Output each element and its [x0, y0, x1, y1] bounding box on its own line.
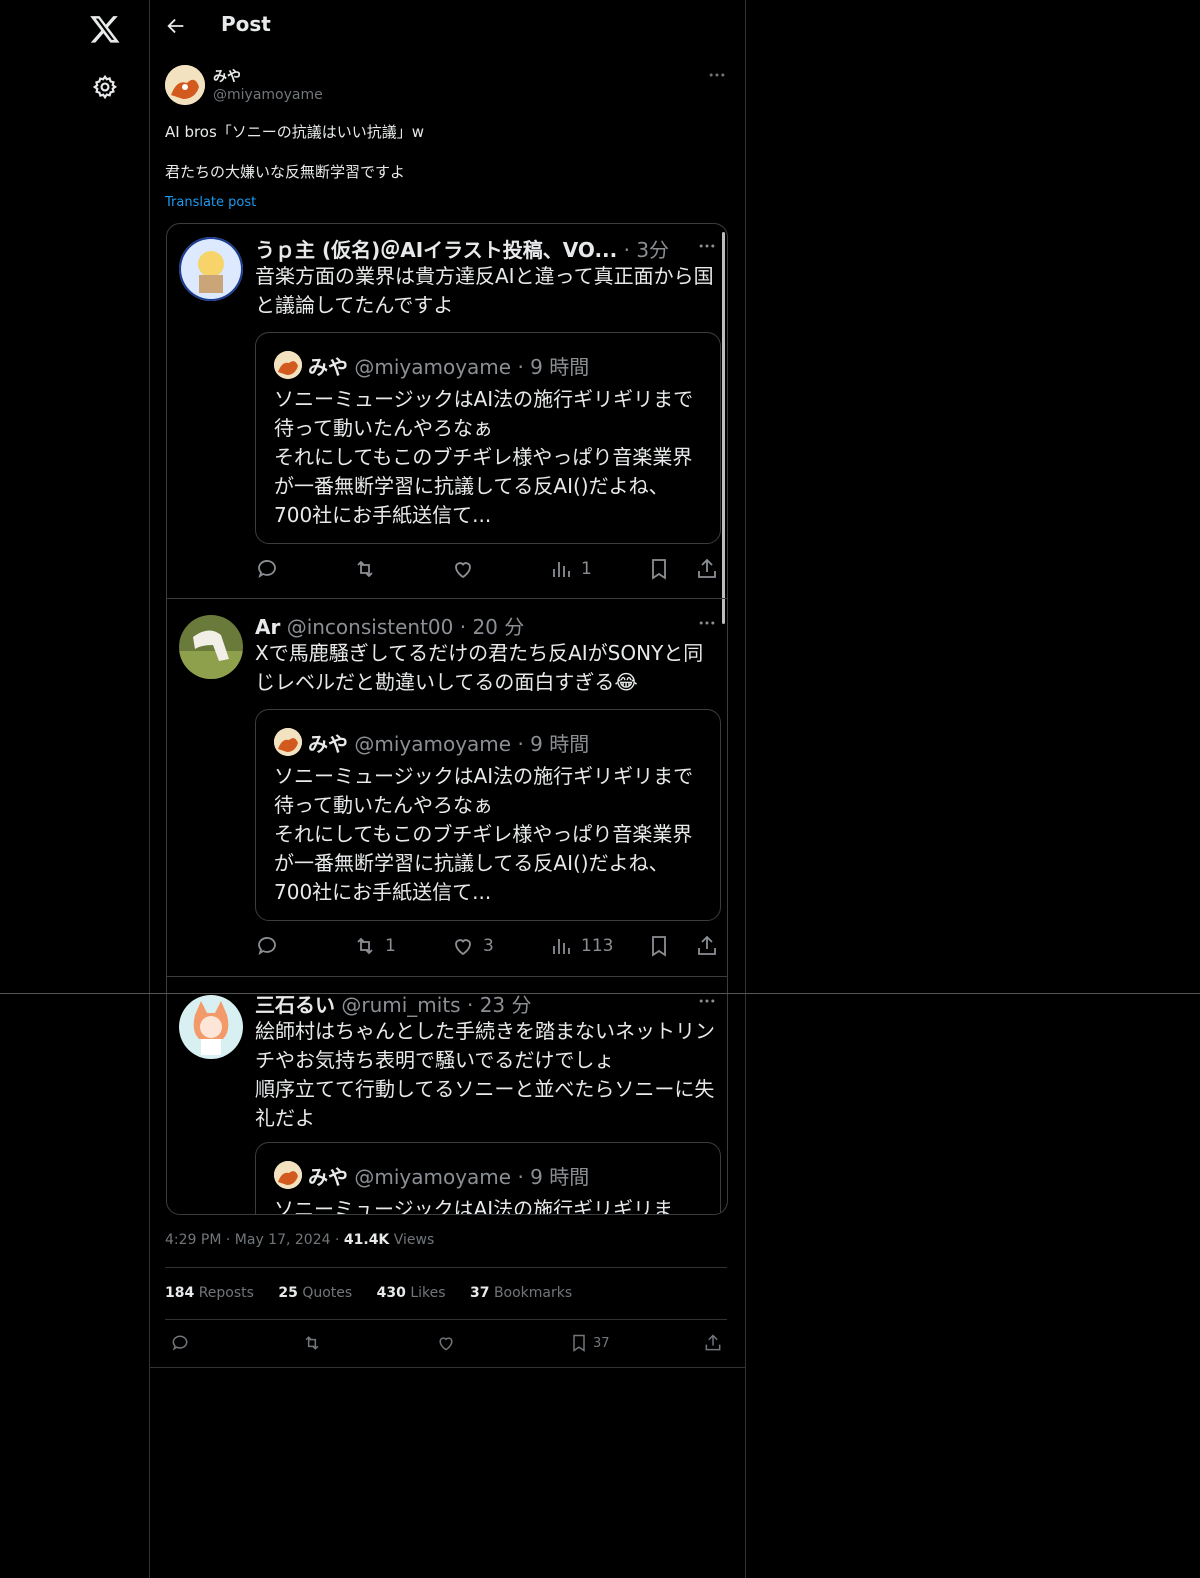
- reply-icon: [255, 932, 279, 960]
- bookmark-icon: [647, 555, 671, 583]
- bookmark-icon: [573, 1334, 585, 1352]
- reply-handle: @rumi_mits: [341, 993, 461, 1017]
- stat-bookmarks[interactable]: 37 Bookmarks: [470, 1285, 572, 1301]
- reply-actions: 1: [255, 555, 719, 583]
- avatar[interactable]: [165, 65, 205, 105]
- repost-icon: [305, 1336, 319, 1350]
- main-column: Post みや @miyamoyame AI bros「ソニーの抗議はいい抗議」…: [149, 0, 746, 1578]
- divider: [165, 1267, 727, 1268]
- reply-text: 音楽方面の業界は貴方達反AIと違って真正面から国と議論してたんですよ: [255, 264, 714, 317]
- avatar: [179, 237, 243, 301]
- share-icon: [705, 1334, 721, 1351]
- reply-icon: [255, 555, 279, 583]
- share-icon: [695, 932, 719, 960]
- quote-header: みや @miyamoyame · 9 時間: [308, 1165, 590, 1189]
- header: Post: [149, 0, 745, 54]
- repost-icon: [353, 555, 377, 583]
- more-icon[interactable]: [707, 65, 727, 85]
- more-icon: [699, 621, 715, 625]
- author-handle[interactable]: @miyamoyame: [213, 87, 323, 103]
- guide-line: [0, 993, 1200, 994]
- reply-author-name: Ar: [255, 615, 281, 639]
- views-icon: 113: [549, 932, 613, 960]
- bookmark-icon: [647, 932, 671, 960]
- list-item: 三石るい @rumi_mits · 23 分 絵師村はちゃんとした手続きを踏まな…: [167, 977, 727, 1215]
- list-item: Ar @inconsistent00 · 20 分 Xで馬鹿騒ぎしてるだけの君た…: [167, 599, 727, 976]
- quote-text: ソニーミュージックはAI法の施行ギリギリま: [274, 1197, 674, 1215]
- post-actions: 37: [165, 1333, 727, 1357]
- quoted-post: みや @miyamoyame · 9 時間 ソニーミュージックはAI法の施行ギリ…: [255, 1142, 721, 1215]
- quote-header: みや @miyamoyame · 9 時間: [308, 732, 590, 756]
- like-button[interactable]: [436, 1333, 456, 1353]
- reply-author-name: 三石るい: [255, 993, 335, 1017]
- reply-time: 20 分: [472, 615, 525, 639]
- post-date[interactable]: May 17, 2024: [235, 1232, 331, 1248]
- avatar: [274, 1161, 302, 1189]
- author-name[interactable]: みや: [213, 66, 241, 86]
- reply-icon: [172, 1335, 188, 1351]
- like-icon: 3: [451, 932, 494, 960]
- reply-button[interactable]: [170, 1333, 190, 1353]
- like-icon: [451, 555, 475, 583]
- like-icon: [439, 1337, 453, 1351]
- repost-button[interactable]: [302, 1333, 322, 1353]
- quote-text: ソニーミュージックはAI法の施行ギリギリまで待って動いたんやろなぁ それにしても…: [274, 764, 694, 904]
- quoted-post: みや @miyamoyame · 9 時間 ソニーミュージックはAI法の施行ギリ…: [255, 709, 721, 921]
- translate-post-link[interactable]: Translate post: [165, 195, 256, 210]
- back-arrow-icon[interactable]: [165, 15, 187, 37]
- stat-reposts[interactable]: 184 Reposts: [165, 1285, 254, 1301]
- avatar: [274, 728, 302, 756]
- reply-time: 23 分: [479, 993, 532, 1017]
- gear-icon[interactable]: [92, 74, 118, 100]
- reply-author-name: うｐ主 (仮名)＠AIイラスト投稿、VO...: [255, 238, 618, 262]
- reply-actions: 1 3 113: [255, 932, 719, 960]
- post-time[interactable]: 4:29 PM: [165, 1232, 221, 1248]
- views-label: Views: [393, 1232, 435, 1248]
- avatar: [179, 615, 243, 679]
- more-icon: [699, 244, 715, 248]
- x-logo-icon[interactable]: [89, 13, 121, 45]
- share-icon: [695, 555, 719, 583]
- avatar: [274, 351, 302, 379]
- post-text: AI bros「ソニーの抗議はいい抗議」w 君たちの大嫌いな反無断学習ですよ: [165, 123, 425, 181]
- page-title: Post: [221, 12, 271, 36]
- reply-time: 3分: [636, 238, 670, 262]
- reply-text: 絵師村はちゃんとした手続きを踏まないネットリンチやお気持ち表明で騒いでるだけでし…: [255, 1019, 715, 1130]
- reply-header: うｐ主 (仮名)＠AIイラスト投稿、VO... · 3分: [255, 238, 670, 262]
- views-icon: 1: [549, 555, 592, 583]
- views-count: 41.4K: [343, 1232, 390, 1248]
- reply-handle: @inconsistent00: [286, 615, 454, 639]
- post-meta: 4:29 PM · May 17, 2024 · 41.4K Views: [165, 1232, 435, 1248]
- list-item: うｐ主 (仮名)＠AIイラスト投稿、VO... · 3分 音楽方面の業界は貴方達…: [167, 224, 727, 598]
- repost-icon: 1: [353, 932, 396, 960]
- share-button[interactable]: [703, 1333, 723, 1353]
- reply-text: Xで馬鹿騒ぎしてるだけの君たち反AIがSONYと同じレベルだと勘違いしてるの面白…: [255, 641, 704, 694]
- quote-text: ソニーミュージックはAI法の施行ギリギリまで待って動いたんやろなぁ それにしても…: [274, 387, 694, 527]
- more-icon: [699, 999, 715, 1003]
- quoted-post: みや @miyamoyame · 9 時間 ソニーミュージックはAI法の施行ギリ…: [255, 332, 721, 544]
- stat-likes[interactable]: 430 Likes: [377, 1285, 446, 1301]
- bookmark-button[interactable]: 37: [569, 1333, 610, 1353]
- stat-quotes[interactable]: 25 Quotes: [278, 1285, 352, 1301]
- quote-header: みや @miyamoyame · 9 時間: [308, 355, 590, 379]
- divider: [149, 1367, 745, 1368]
- left-rail: [0, 0, 150, 1578]
- divider: [165, 1319, 727, 1320]
- post-image[interactable]: うｐ主 (仮名)＠AIイラスト投稿、VO... · 3分 音楽方面の業界は貴方達…: [166, 223, 728, 1215]
- avatar: [179, 995, 243, 1059]
- post-stats: 184 Reposts 25 Quotes 430 Likes 37 Bookm…: [165, 1285, 592, 1301]
- reply-header: Ar @inconsistent00 · 20 分: [255, 615, 525, 639]
